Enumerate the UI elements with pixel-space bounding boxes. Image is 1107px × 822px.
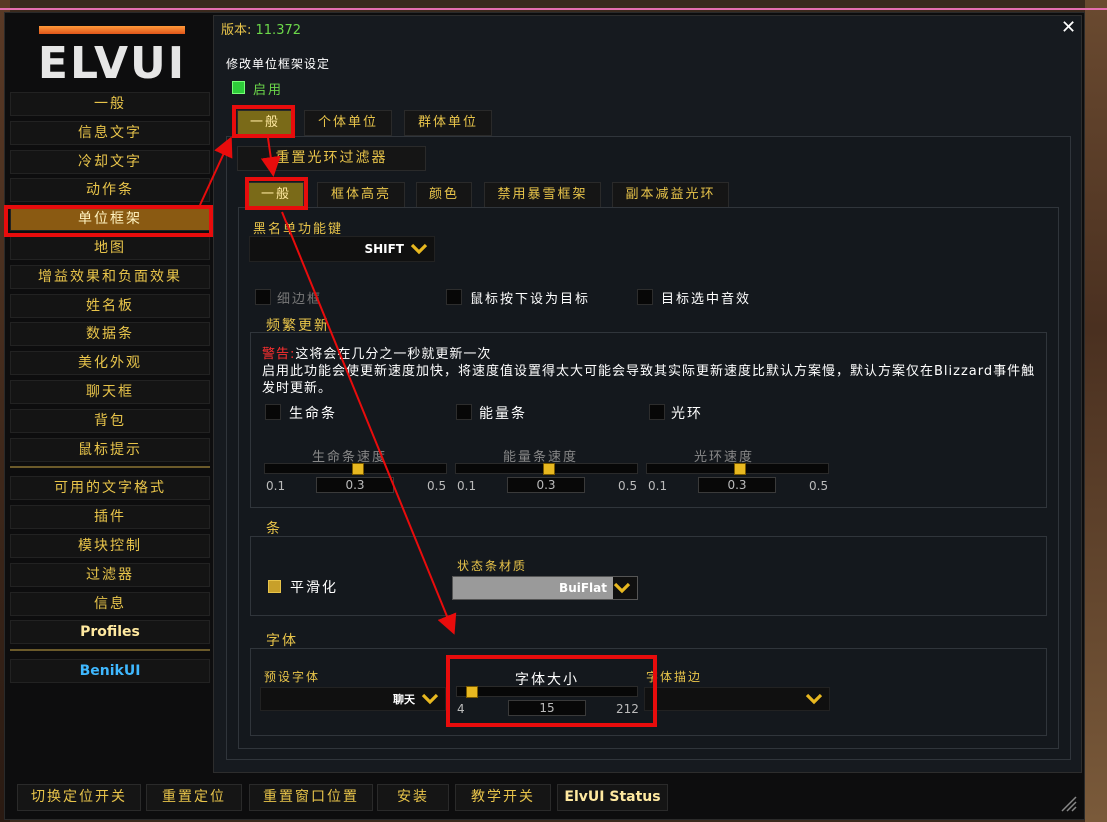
smoothing-checkbox[interactable]: [268, 580, 281, 593]
aura-speed-value[interactable]: 0.3: [698, 477, 776, 493]
thin-border-checkbox[interactable]: [255, 289, 271, 305]
sidebar: 一般信息文字冷却文字动作条单位框架地图增益效果和负面效果 姓名板数据条美化外观聊天…: [10, 92, 210, 688]
sidebar-item-9[interactable]: 美化外观: [10, 351, 210, 376]
enable-checkbox[interactable]: [232, 81, 245, 94]
version-text: 版本: 11.372: [221, 23, 302, 38]
power-speed-max: 0.5: [618, 479, 638, 493]
top-border: [0, 8, 1107, 10]
health-speed-slider-thumb[interactable]: [352, 463, 364, 475]
target-on-mousedown-checkbox[interactable]: [446, 289, 462, 305]
health-speed-slider[interactable]: [264, 463, 447, 475]
target-on-mousedown-label: 鼠标按下设为目标: [470, 292, 591, 307]
statusbar-texture-label: 状态条材质: [457, 559, 528, 573]
power-label: 能量条: [479, 406, 527, 422]
chevron-down-icon: [613, 582, 631, 594]
sidebar-item-4[interactable]: 单位框架: [10, 207, 210, 232]
tab-individual-units[interactable]: 个体单位: [304, 110, 392, 136]
sidebar-item2-2[interactable]: 模块控制: [10, 533, 210, 558]
sidebar-item2-5[interactable]: Profiles: [10, 620, 210, 645]
sidebar-item-1[interactable]: 信息文字: [10, 120, 210, 145]
sidebar-item-3[interactable]: 动作条: [10, 178, 210, 203]
sidebar-item2-0[interactable]: 可用的文字格式: [10, 476, 210, 501]
sidebar-item2-3[interactable]: 过滤器: [10, 562, 210, 587]
subtab-general[interactable]: 一般: [248, 182, 304, 208]
power-speed-slider[interactable]: [455, 463, 638, 475]
health-speed-value[interactable]: 0.3: [316, 477, 394, 493]
font-size-max: 212: [616, 702, 639, 716]
frequent-updates-description: 启用此功能会使更新速度加快，将速度值设置得太大可能会导致其实际更新速度比默认方案…: [262, 364, 1036, 396]
bottom-button-5[interactable]: ElvUI Status: [557, 784, 668, 811]
aura-speed-min: 0.1: [648, 479, 668, 493]
sidebar-plugin-benikui[interactable]: BenikUI: [10, 659, 210, 684]
chevron-down-icon: [421, 693, 439, 705]
page-title: 修改单位框架设定: [226, 57, 331, 71]
default-font-dropdown[interactable]: 聊天: [260, 687, 446, 711]
bottom-button-0[interactable]: 切换定位开关: [17, 784, 141, 811]
aura-speed-slider[interactable]: [646, 463, 829, 475]
default-font-label: 预设字体: [264, 670, 321, 684]
smoothing-label: 平滑化: [290, 580, 338, 596]
svg-text:ELVUI: ELVUI: [38, 38, 186, 84]
power-speed-min: 0.1: [457, 479, 477, 493]
font-size-min: 4: [457, 702, 465, 716]
sidebar-item2-1[interactable]: 插件: [10, 505, 210, 530]
sidebar-item-6[interactable]: 增益效果和负面效果: [10, 264, 210, 289]
aura-speed-max: 0.5: [809, 479, 829, 493]
blacklist-modifier-dropdown[interactable]: SHIFT: [249, 236, 435, 262]
resize-grip-icon[interactable]: [1058, 793, 1078, 813]
sidebar-item-5[interactable]: 地图: [10, 235, 210, 260]
sidebar-item-7[interactable]: 姓名板: [10, 293, 210, 318]
blacklist-modifier-label: 黑名单功能键: [253, 222, 344, 237]
statusbar-texture-dropdown[interactable]: BuiFlat: [452, 576, 638, 600]
bars-panel: [250, 536, 1047, 616]
sidebar-item-2[interactable]: 冷却文字: [10, 149, 210, 174]
health-speed-min: 0.1: [266, 479, 286, 493]
chevron-down-icon: [410, 243, 428, 255]
power-checkbox[interactable]: [456, 404, 472, 420]
close-button[interactable]: ✕: [1061, 17, 1076, 38]
sidebar-item-12[interactable]: 鼠标提示: [10, 437, 210, 462]
enable-label: 启用: [253, 83, 284, 98]
reset-aura-filter-button[interactable]: 重置光环过滤器: [237, 146, 426, 171]
bottom-button-1[interactable]: 重置定位: [146, 784, 242, 811]
sidebar-item2-4[interactable]: 信息: [10, 591, 210, 616]
elvui-logo: ELVUI: [37, 22, 187, 89]
font-size-slider[interactable]: [456, 686, 638, 698]
aura-speed-slider-thumb[interactable]: [734, 463, 746, 475]
bottom-button-2[interactable]: 重置窗口位置: [249, 784, 373, 811]
chevron-down-icon: [805, 693, 823, 705]
bars-title: 条: [266, 521, 282, 537]
subtab-frame-glow[interactable]: 框体高亮: [317, 182, 405, 208]
health-label: 生命条: [289, 406, 337, 422]
subtab-disable-blizzard[interactable]: 禁用暴雪框架: [484, 182, 601, 208]
target-sound-checkbox[interactable]: [637, 289, 653, 305]
font-outline-label: 字体描边: [646, 670, 703, 684]
tab-general[interactable]: 一般: [237, 110, 293, 136]
aura-checkbox[interactable]: [649, 404, 665, 420]
font-size-slider-thumb[interactable]: [466, 686, 478, 698]
tab-group-units[interactable]: 群体单位: [404, 110, 492, 136]
sidebar-divider: [10, 466, 210, 469]
font-size-value[interactable]: 15: [508, 700, 586, 716]
font-title: 字体: [266, 633, 298, 649]
health-checkbox[interactable]: [265, 404, 281, 420]
subtab-colors[interactable]: 颜色: [416, 182, 472, 208]
aura-label: 光环: [671, 406, 703, 422]
background-right: [1085, 0, 1107, 822]
font-outline-dropdown[interactable]: [644, 687, 830, 711]
frequent-updates-warning: 警告:这将会在几分之一秒就更新一次 启用此功能会使更新速度加快，将速度值设置得太…: [262, 347, 1036, 396]
subtab-raid-debuff[interactable]: 副本减益光环: [612, 182, 729, 208]
sidebar-divider: [10, 649, 210, 652]
sidebar-item-8[interactable]: 数据条: [10, 322, 210, 347]
power-speed-value[interactable]: 0.3: [507, 477, 585, 493]
sidebar-item-0[interactable]: 一般: [10, 92, 210, 116]
thin-border-label: 细边框: [277, 292, 323, 307]
bottom-button-4[interactable]: 教学开关: [455, 784, 551, 811]
power-speed-slider-thumb[interactable]: [543, 463, 555, 475]
target-sound-label: 目标选中音效: [661, 292, 752, 307]
sidebar-item-10[interactable]: 聊天框: [10, 379, 210, 404]
sidebar-item-11[interactable]: 背包: [10, 408, 210, 433]
bottom-button-3[interactable]: 安装: [377, 784, 449, 811]
health-speed-max: 0.5: [427, 479, 447, 493]
